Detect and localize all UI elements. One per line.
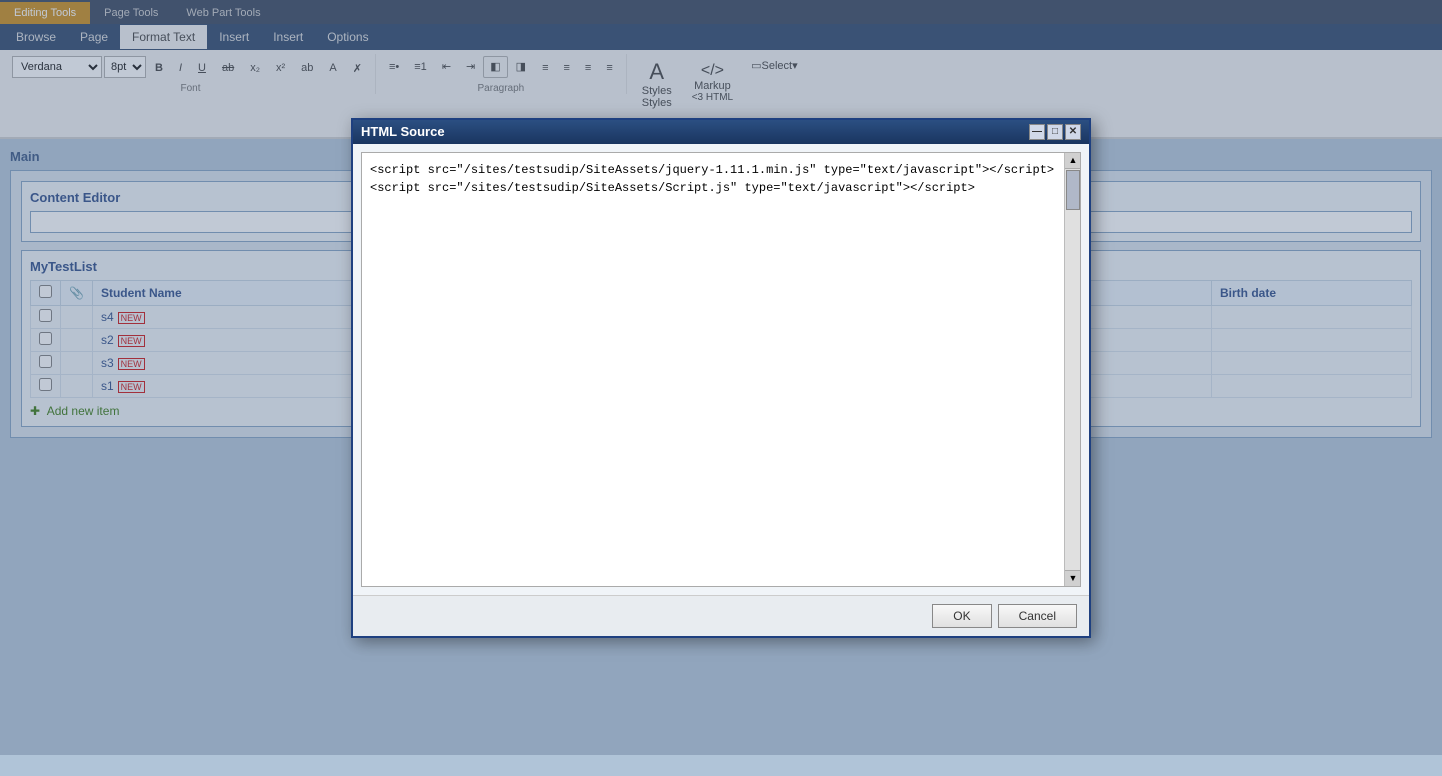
scroll-down-button[interactable]: ▼ bbox=[1065, 570, 1081, 586]
dialog-body: ▲ ▼ bbox=[361, 152, 1081, 587]
ok-button[interactable]: OK bbox=[932, 604, 991, 628]
minimize-button[interactable]: — bbox=[1029, 124, 1045, 140]
dialog-title: HTML Source bbox=[361, 124, 445, 139]
close-button[interactable]: ✕ bbox=[1065, 124, 1081, 140]
dialog-title-buttons: — □ ✕ bbox=[1029, 124, 1081, 140]
dialog-scrollbar: ▲ ▼ bbox=[1064, 153, 1080, 586]
dialog-titlebar: HTML Source — □ ✕ bbox=[353, 120, 1089, 144]
maximize-button[interactable]: □ bbox=[1047, 124, 1063, 140]
dialog-footer: OK Cancel bbox=[353, 595, 1089, 636]
scroll-thumb[interactable] bbox=[1066, 170, 1080, 210]
cancel-button[interactable]: Cancel bbox=[998, 604, 1077, 628]
html-source-dialog: HTML Source — □ ✕ ▲ ▼ OK Cancel bbox=[351, 118, 1091, 638]
dialog-overlay: HTML Source — □ ✕ ▲ ▼ OK Cancel bbox=[0, 0, 1442, 755]
scroll-up-button[interactable]: ▲ bbox=[1065, 153, 1081, 169]
html-source-textarea[interactable] bbox=[362, 153, 1064, 573]
